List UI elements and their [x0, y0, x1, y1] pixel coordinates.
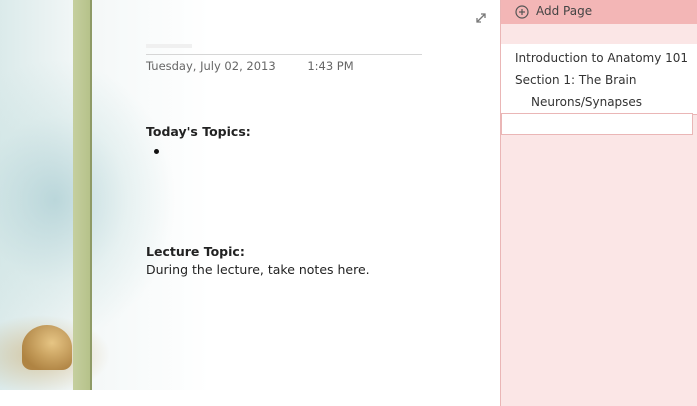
lecture-topic-heading[interactable]: Lecture Topic: [146, 244, 245, 259]
page-list-panel: Add Page Introduction to Anatomy 101 Sec… [500, 0, 697, 406]
lecture-notes-text[interactable]: During the lecture, take notes here. [146, 262, 370, 277]
note-date-time: Tuesday, July 02, 2013 1:43 PM [146, 59, 354, 73]
todays-topics-heading[interactable]: Today's Topics: [146, 124, 251, 139]
page-list: Introduction to Anatomy 101 Section 1: T… [501, 44, 697, 115]
add-page-label: Add Page [536, 4, 593, 18]
bottom-margin [0, 390, 500, 406]
topics-bullet[interactable] [154, 149, 159, 154]
plus-circle-icon [515, 4, 529, 19]
add-page-button[interactable]: Add Page [501, 0, 697, 24]
expand-arrows-icon[interactable] [474, 10, 488, 24]
globe-stand-art [22, 325, 72, 370]
page-item-introduction[interactable]: Introduction to Anatomy 101 [515, 51, 688, 65]
page-item-neurons[interactable]: Neurons/Synapses [531, 95, 642, 109]
note-date: Tuesday, July 02, 2013 [146, 59, 276, 73]
new-page-title-box[interactable] [501, 113, 693, 135]
note-time: 1:43 PM [307, 59, 354, 73]
title-underline [146, 54, 422, 55]
page-item-section-1[interactable]: Section 1: The Brain [515, 73, 636, 87]
decorative-green-bar [73, 0, 92, 390]
page-title-field[interactable] [146, 44, 192, 48]
